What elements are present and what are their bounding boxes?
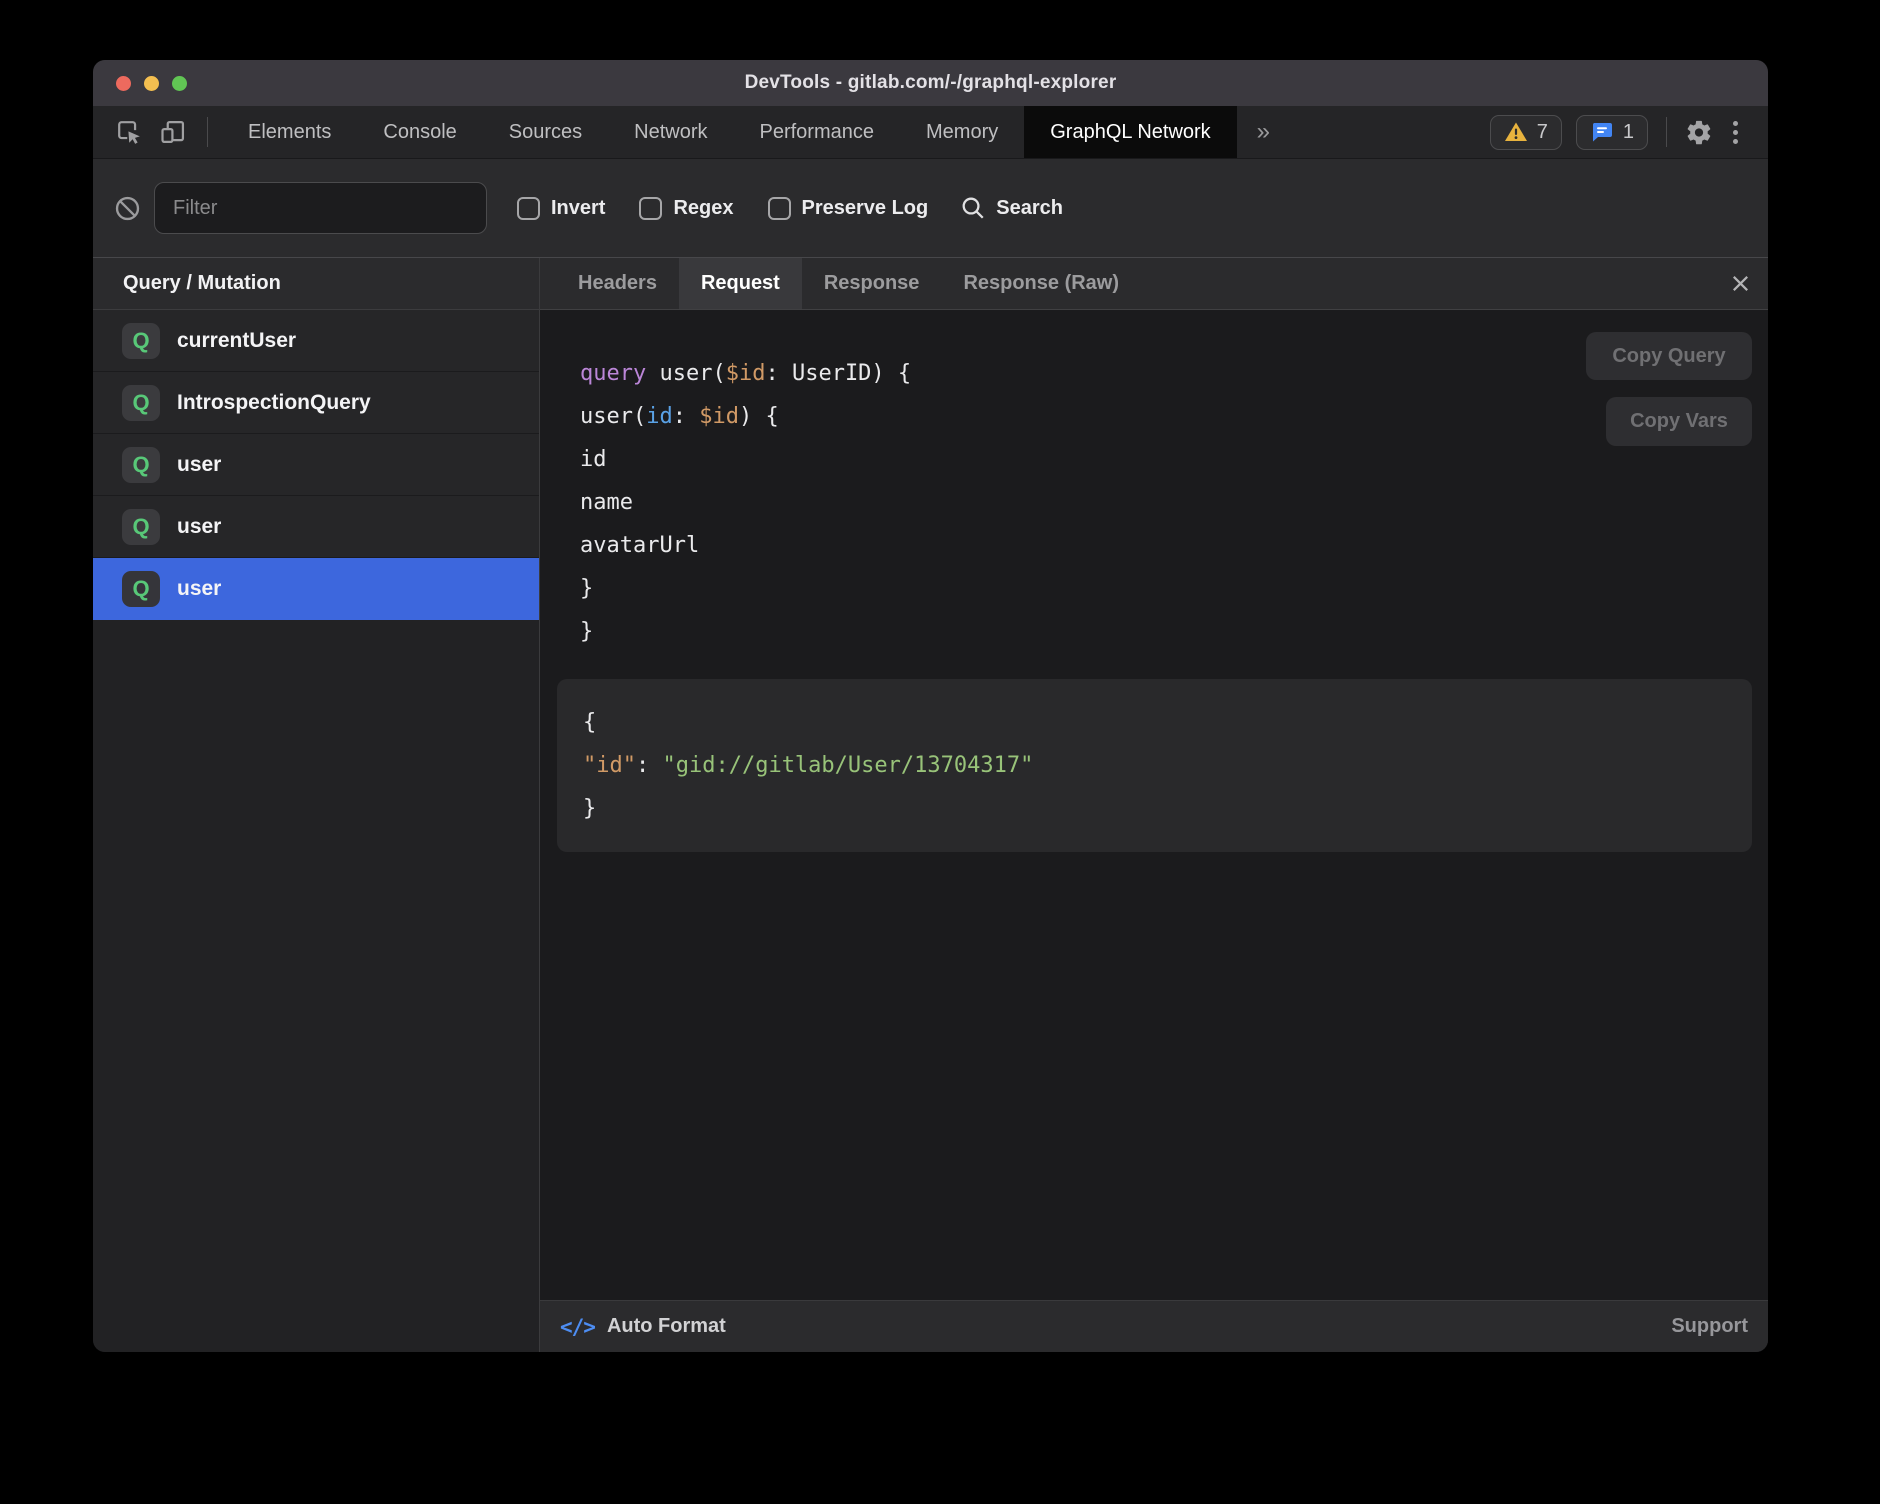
filter-bar: Invert Regex Preserve Log Search — [93, 158, 1768, 258]
window-title: DevTools - gitlab.com/-/graphql-explorer — [745, 72, 1117, 94]
query-type-badge: Q — [122, 447, 160, 483]
filter-checkboxes: Invert Regex Preserve Log — [517, 197, 928, 220]
code-line: query user($id: UserID) { — [580, 352, 1752, 395]
more-options-icon[interactable] — [1727, 121, 1744, 144]
checkbox-preserve-log[interactable]: Preserve Log — [768, 197, 929, 220]
code-line: } — [583, 787, 1726, 830]
close-window-button[interactable] — [116, 76, 131, 91]
toolbar-divider — [1666, 117, 1667, 147]
copy-vars-button[interactable]: Copy Vars — [1606, 397, 1752, 446]
copy-buttons: Copy Query Copy Vars — [1586, 332, 1752, 446]
query-variables-box: { "id": "gid://gitlab/User/13704317"} — [557, 679, 1752, 852]
support-link[interactable]: Support — [1671, 1315, 1748, 1338]
window-controls — [116, 60, 187, 106]
devtools-toolbar: ElementsConsoleSourcesNetworkPerformance… — [93, 106, 1768, 158]
tab-memory[interactable]: Memory — [900, 106, 1024, 158]
toolbar-right: 7 1 — [1490, 106, 1768, 158]
checkbox-label: Preserve Log — [802, 197, 929, 220]
issues-badge[interactable]: 1 — [1576, 115, 1648, 150]
code-line: user(id: $id) { — [580, 395, 1752, 438]
query-name: user — [177, 453, 221, 477]
code-line: { — [583, 701, 1726, 744]
tab-network[interactable]: Network — [608, 106, 733, 158]
titlebar: DevTools - gitlab.com/-/graphql-explorer — [93, 60, 1768, 106]
minimize-window-button[interactable] — [144, 76, 159, 91]
query-variables-code: { "id": "gid://gitlab/User/13704317"} — [583, 701, 1726, 830]
tab-request[interactable]: Request — [679, 258, 802, 309]
code-line: id — [580, 438, 1752, 481]
query-name: currentUser — [177, 329, 296, 353]
search-control[interactable]: Search — [960, 195, 1063, 221]
query-sidebar: Query / Mutation QcurrentUserQIntrospect… — [93, 258, 540, 1352]
query-name: user — [177, 515, 221, 539]
devtools-window: DevTools - gitlab.com/-/graphql-explorer — [93, 60, 1768, 1352]
query-list-item[interactable]: Quser — [93, 434, 539, 496]
code-line: "id": "gid://gitlab/User/13704317" — [583, 744, 1726, 787]
checkbox-label: Regex — [673, 197, 733, 220]
checkbox-box-invert — [517, 197, 540, 220]
request-panel-tabs: HeadersRequestResponseResponse (Raw) — [540, 258, 1768, 310]
code-line: } — [580, 610, 1752, 653]
warnings-badge[interactable]: 7 — [1490, 115, 1562, 150]
query-list-item[interactable]: QcurrentUser — [93, 310, 539, 372]
code-line: name — [580, 481, 1752, 524]
issues-bubble-icon — [1590, 120, 1614, 144]
close-panel-icon[interactable] — [1713, 258, 1768, 309]
request-panel: HeadersRequestResponseResponse (Raw) Cop… — [540, 258, 1768, 1352]
search-label: Search — [996, 197, 1063, 220]
graphql-query-code: query user($id: UserID) { user(id: $id) … — [580, 352, 1752, 653]
tab-response-raw[interactable]: Response (Raw) — [941, 258, 1141, 309]
code-line: } — [580, 567, 1752, 610]
zoom-window-button[interactable] — [172, 76, 187, 91]
request-content: Copy Query Copy Vars query user($id: Use… — [540, 310, 1768, 1300]
toolbar-divider — [207, 117, 208, 147]
query-name: user — [177, 577, 221, 601]
devtools-body: Query / Mutation QcurrentUserQIntrospect… — [93, 258, 1768, 1352]
copy-query-button[interactable]: Copy Query — [1586, 332, 1752, 380]
warnings-count: 7 — [1537, 121, 1548, 144]
checkbox-box-regex — [639, 197, 662, 220]
checkbox-regex[interactable]: Regex — [639, 197, 733, 220]
tab-response[interactable]: Response — [802, 258, 942, 309]
checkbox-box-preserve-log — [768, 197, 791, 220]
devtools-tabs: ElementsConsoleSourcesNetworkPerformance… — [222, 106, 1237, 158]
tab-headers[interactable]: Headers — [556, 258, 679, 309]
warning-triangle-icon — [1504, 121, 1528, 143]
tab-console[interactable]: Console — [357, 106, 482, 158]
filter-input[interactable] — [154, 182, 487, 234]
query-list: QcurrentUserQIntrospectionQueryQuserQuse… — [93, 310, 539, 620]
query-type-badge: Q — [122, 571, 160, 607]
panel-footer: </> Auto Format Support — [540, 1300, 1768, 1352]
code-line: avatarUrl — [580, 524, 1752, 567]
settings-gear-icon[interactable] — [1685, 118, 1713, 146]
tab-performance[interactable]: Performance — [734, 106, 901, 158]
clear-block-icon[interactable] — [113, 194, 141, 222]
issues-count: 1 — [1623, 121, 1634, 144]
query-name: IntrospectionQuery — [177, 391, 371, 415]
query-list-item[interactable]: Quser — [93, 558, 539, 620]
sidebar-header: Query / Mutation — [93, 258, 539, 310]
tab-elements[interactable]: Elements — [222, 106, 357, 158]
checkbox-invert[interactable]: Invert — [517, 197, 605, 220]
query-list-item[interactable]: Quser — [93, 496, 539, 558]
auto-format-button[interactable]: Auto Format — [607, 1315, 726, 1338]
device-toolbar-icon[interactable] — [159, 118, 187, 146]
toolbar-left-icons — [93, 106, 212, 158]
auto-format-icon: </> — [560, 1315, 595, 1339]
search-icon — [960, 195, 986, 221]
query-type-badge: Q — [122, 323, 160, 359]
tab-sources[interactable]: Sources — [483, 106, 608, 158]
query-list-item[interactable]: Q IntrospectionQuery — [93, 372, 539, 434]
inspect-element-icon[interactable] — [115, 118, 143, 146]
more-tabs-button[interactable]: » — [1237, 106, 1290, 158]
tab-graphql-network[interactable]: GraphQL Network — [1024, 106, 1236, 158]
checkbox-label: Invert — [551, 197, 605, 220]
query-type-badge: Q — [122, 509, 160, 545]
desktop-background: DevTools - gitlab.com/-/graphql-explorer — [0, 0, 1880, 1504]
query-type-badge: Q — [122, 385, 160, 421]
